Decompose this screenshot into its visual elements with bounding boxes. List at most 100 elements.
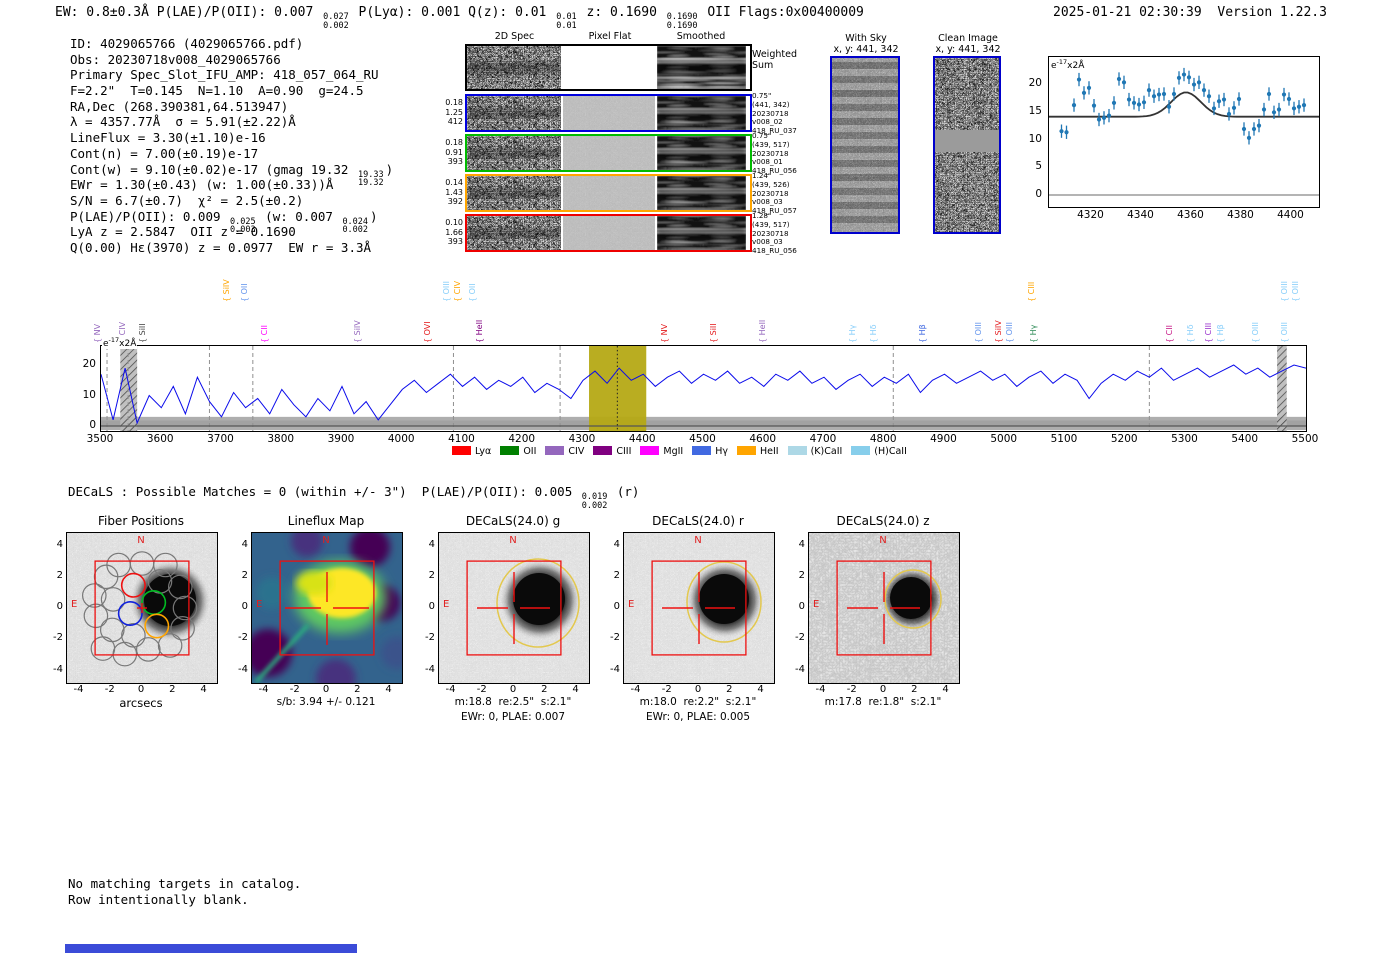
text-segment: S/N = 6.7(±0.7) χ² = 2.5(±0.2): [70, 192, 304, 208]
legend-label: Lyα: [475, 446, 492, 457]
panel-x-tick: 4: [385, 684, 392, 695]
cutout-left-value: 393: [447, 237, 463, 247]
fraction-lower: 0.1690: [666, 20, 698, 31]
info-line: RA,Dec (268.390381,64.513947): [70, 99, 393, 115]
panel-x-tick: -4: [73, 684, 84, 695]
inset-chart-svg: [1049, 67, 1319, 196]
weighted-sum-label: Weighted Sum: [752, 49, 797, 71]
spectrum-x-tick: 4100: [448, 433, 475, 445]
text-segment: Cont(w) = 9.10(±0.02)e-17 (gmag 19.32: [70, 161, 356, 177]
compass-east-label: E: [256, 599, 263, 610]
spectrum-x-tick: 4400: [628, 433, 656, 445]
panel-y-tick: 2: [56, 569, 63, 581]
cutout-image-streak: [657, 216, 746, 250]
lineflux-map-panel: Lineflux Map N E s/b: 3.94 +/- 0.121 -4 …: [227, 514, 412, 730]
text-segment: Primary Spec_Slot_IFU_AMP: 418_057_064_R…: [70, 67, 379, 83]
info-line: Obs: 20230718v008_4029065766: [70, 52, 393, 68]
legend-swatch: [593, 446, 613, 455]
emission-line-label-OIII: { OIII: [1279, 321, 1289, 343]
cutout-image-streak: [657, 46, 746, 89]
info-line: P(LAE)/P(OII): 0.009 0.025 0.003 (w: 0.00…: [70, 208, 393, 235]
legend-label: MgII: [663, 446, 684, 457]
decals-r-image: [623, 532, 775, 684]
panel-y-tick: 4: [428, 538, 435, 550]
emission-line-label-OVI: { OVI: [422, 321, 432, 343]
with-sky-image: [830, 56, 900, 234]
legend-item: OII: [500, 446, 536, 457]
spectrum-x-tick: 3700: [207, 433, 234, 445]
spectrum-x-tick: 5300: [1171, 433, 1198, 445]
legend-item: Hγ: [692, 446, 728, 457]
decals-g-image: [438, 532, 590, 684]
info-line: Primary Spec_Slot_IFU_AMP: 418_057_064_R…: [70, 67, 393, 83]
emission-line-label-CII: { CII: [1164, 325, 1174, 343]
legend-item: Lyα: [452, 446, 491, 457]
detection-info-block: ID: 4029065766 (4029065766.pdf) Obs: 2023…: [70, 36, 393, 256]
spectrum-y-tick: 0: [89, 419, 96, 431]
cutout-left-value: 392: [447, 197, 463, 207]
text-segment: LineFlux = 3.30(±1.10)e-16: [70, 130, 266, 146]
decals-z-svg: [809, 533, 959, 683]
info-line: Cont(n) = 7.00(±0.19)e-17: [70, 146, 393, 162]
report-header-stats: EW: 0.8±0.3Å P(LAE)/P(OII): 0.007 0.027 0…: [55, 5, 864, 30]
cutout-left-labels: 0.18 1.25 412: [440, 98, 463, 127]
panel-y-tick: 4: [56, 538, 63, 550]
text-segment: Q(0.00) Hε(3970) z = 0.0977 EW r = 3.3Å: [70, 239, 372, 255]
compass-east-label: E: [628, 599, 635, 610]
panel-x-tick: 0: [879, 684, 887, 695]
panel-x-tick: -2: [846, 684, 857, 695]
info-line: LineFlux = 3.30(±1.10)e-16: [70, 130, 393, 146]
spectrum-svg: [101, 346, 1306, 431]
inset-spectrum-plot: e-17x2Å 0 5 10 15 20 4320 4340 4360 4380 4400: [1012, 56, 1320, 234]
emission-line-label-CIII: { CIII: [1026, 281, 1036, 302]
cutout-left-labels: 0.14 1.43 392: [440, 178, 463, 207]
spectrum-legend: Lyα OII CIV CIII MgII Hγ HeII (K)CaII (H)CaII: [452, 446, 907, 457]
panel-x-tick: -4: [258, 684, 269, 695]
legend-label: (H)CaII: [874, 446, 907, 457]
emission-line-label-Hβ: { Hβ: [918, 324, 928, 343]
cutout-row: [465, 134, 752, 172]
clean-image-coords: x, y: 441, 342: [935, 44, 1001, 55]
emission-line-label-NV: { NV: [660, 323, 670, 343]
stacked-fraction: 0.024 0.002: [342, 218, 368, 235]
emission-line-label-Hγ: { Hγ: [1029, 324, 1039, 343]
info-line: λ = 4357.77Å σ = 5.91(±2.22)Å: [70, 114, 393, 130]
cutout-column-header: Smoothed: [676, 31, 726, 42]
emission-line-label-SiII: { SiII: [138, 323, 147, 343]
inset-y-tick: 20: [1028, 77, 1042, 89]
inset-x-tick: 4380: [1227, 209, 1254, 221]
decals-z-caption1: m:17.8 re:1.8" s:2.1": [824, 696, 942, 708]
inset-y-tick: 15: [1028, 104, 1042, 117]
emission-line-label-OII: { OII: [467, 283, 477, 302]
legend-swatch: [851, 446, 871, 455]
legend-swatch: [787, 446, 807, 455]
panel-y-tick: 4: [241, 538, 248, 550]
spectrum-x-tick: 4800: [869, 433, 897, 445]
cutout-image-streak: [657, 136, 746, 170]
text-segment: F=2.2" T=0.145 N=1.10 A=0.90 g=24.5: [70, 83, 364, 99]
panel-x-tick: -4: [445, 684, 456, 695]
panel-title: Lineflux Map: [287, 514, 365, 528]
cutout-image-streak: [657, 176, 746, 210]
truncated-next-row-bar: [65, 944, 357, 953]
inset-x-tick: 4320: [1077, 209, 1104, 221]
fraction-lower: 19.32: [357, 178, 384, 188]
text-segment: (w: 0.007: [257, 208, 341, 224]
emission-line-label-OIII: { OIII: [441, 280, 451, 302]
inset-units-label: e-17x2Å: [1050, 58, 1086, 71]
cutout-right-labels: 0.75" (439, 517) 20230718 v008_01 418_RU_056: [752, 131, 797, 176]
panel-x-tick: 0: [694, 684, 702, 695]
cutout-left-labels: 0.18 0.91 393: [440, 138, 463, 167]
inset-y-tick: 5: [1035, 160, 1042, 173]
compass-east-label: E: [443, 599, 450, 610]
emission-line-label-CIV: { CIV: [452, 280, 462, 302]
cutout-left-labels: 0.10 1.66 393: [440, 218, 463, 247]
info-line: F=2.2" T=0.145 N=1.10 A=0.90 g=24.5: [70, 83, 393, 99]
emission-line-label-CIII: { CIII: [1204, 322, 1214, 343]
compass-north-label: N: [509, 535, 517, 546]
text-segment: EW: 0.8±0.3Å P(LAE)/P(OII): 0.007: [55, 5, 322, 20]
panel-x-tick: 0: [509, 684, 517, 695]
report-timestamp-version: 2025-01-21 02:30:39 Version 1.22.3: [1053, 5, 1327, 20]
with-sky-title: With Sky x, y: 441, 342: [818, 33, 914, 55]
text-segment: ): [370, 208, 378, 224]
